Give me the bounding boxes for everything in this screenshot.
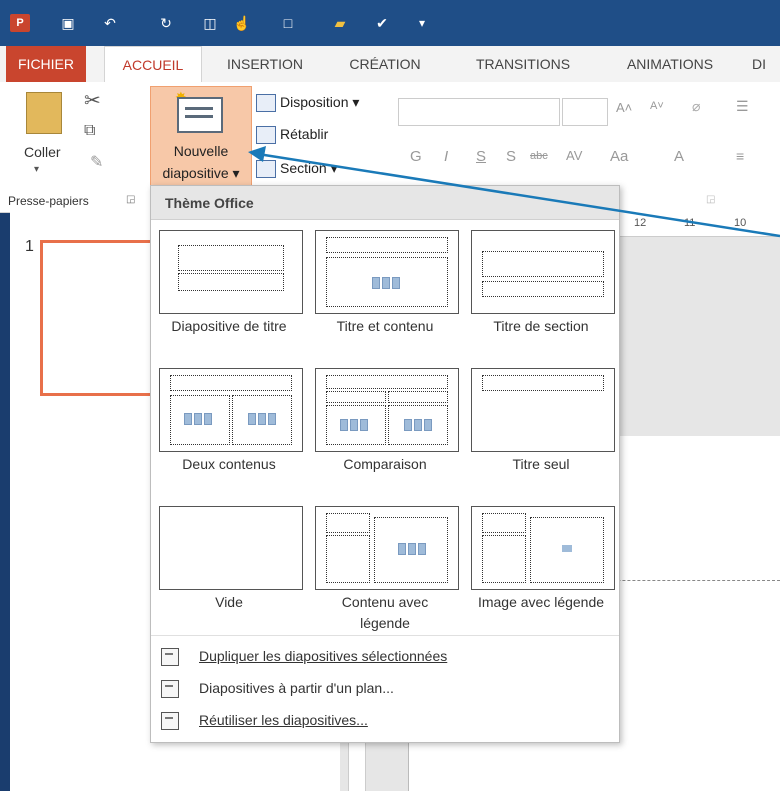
tab-animations[interactable]: ANIMATIONS <box>604 46 736 82</box>
font-dialog-launcher-icon[interactable]: ◲ <box>706 194 715 205</box>
save-icon[interactable]: ▣ <box>58 14 78 32</box>
layout-content-with-caption[interactable]: Contenu avec légende <box>307 500 463 638</box>
layout-picture-with-caption[interactable]: Image avec légende <box>463 500 619 638</box>
copy-icon[interactable]: ⧉ <box>84 122 95 140</box>
layout-thumbnail <box>315 368 459 452</box>
powerpoint-logo-icon: P <box>10 14 30 32</box>
paste-icon[interactable] <box>26 92 62 134</box>
powerpoint-window: P ▣ ↶ ↻ ◫ ☝ □ ▰ ✔ ▾ FICHIER ACCUEIL INSE… <box>0 0 780 791</box>
ruler-tick: 12 <box>634 217 647 229</box>
paste-dropdown-icon[interactable]: ▾ <box>34 164 39 175</box>
duplicate-slides-icon <box>161 648 179 667</box>
ruler-tick: 11 <box>684 217 696 229</box>
layout-thumbnail <box>315 230 459 314</box>
undo-icon[interactable]: ↶ <box>100 14 120 32</box>
font-size-box[interactable] <box>562 98 608 126</box>
font-color-button[interactable]: A <box>674 148 684 165</box>
new-slide-label-line1: Nouvelle <box>173 143 229 159</box>
gallery-header: Thème Office <box>151 186 619 220</box>
layout-label: Titre seul <box>512 456 570 472</box>
clear-format-icon[interactable]: ⌀ <box>692 98 700 115</box>
dialog-launcher-icon[interactable]: ◲ <box>126 194 135 205</box>
layout-label: Comparaison <box>343 456 427 472</box>
gallery-separator <box>151 635 619 636</box>
align-left-icon[interactable]: ≡ <box>736 148 744 164</box>
layout-label: Vide <box>215 594 243 610</box>
italic-button[interactable]: I <box>444 148 448 165</box>
new-slide-layout-gallery: Thème Office Diapositive de titre Titre … <box>150 185 620 743</box>
paste-button-label[interactable]: Coller <box>24 144 61 160</box>
increase-font-icon[interactable]: A˄ <box>616 100 632 115</box>
layout-thumbnail <box>471 506 615 590</box>
layout-label: Image avec légende <box>477 594 605 610</box>
layout-label: Titre de section <box>493 318 589 334</box>
layout-title-and-content[interactable]: Titre et contenu <box>307 224 463 362</box>
layout-thumbnail <box>159 368 303 452</box>
layout-button[interactable]: Disposition ▾ <box>256 94 359 113</box>
tab-home[interactable]: ACCUEIL <box>104 46 202 84</box>
new-slide-button[interactable]: ✸ Nouvelle diapositive ▾ <box>150 86 252 188</box>
layout-two-content[interactable]: Deux contenus <box>151 362 307 500</box>
strikethrough-button[interactable]: abc <box>530 150 548 162</box>
change-case-button[interactable]: Aa <box>610 148 628 165</box>
tab-design[interactable]: CRÉATION <box>330 46 440 82</box>
shadow-button[interactable]: S <box>506 148 516 165</box>
bold-button[interactable]: G <box>410 148 422 165</box>
menu-slides-from-outline[interactable]: Diapositives à partir d'un plan... <box>161 674 609 702</box>
char-spacing-button[interactable]: AV <box>566 148 582 163</box>
ribbon-tabs: FICHIER ACCUEIL INSERTION CRÉATION TRANS… <box>0 46 780 84</box>
layout-label: Diapositive de titre <box>171 318 287 334</box>
underline-button[interactable]: S <box>476 148 486 165</box>
outline-slides-icon <box>161 680 179 699</box>
decrease-font-icon[interactable]: A˅ <box>650 100 664 112</box>
reuse-slides-icon <box>161 712 179 731</box>
picture-placeholder-icon <box>562 545 572 552</box>
layout-blank[interactable]: Vide <box>151 500 307 638</box>
menu-duplicate-slides[interactable]: Dupliquer les diapositives sélectionnées <box>161 642 609 670</box>
bullets-icon[interactable]: ☰ <box>736 98 749 115</box>
group-label-clipboard: Presse-papiers <box>8 194 89 208</box>
cut-icon[interactable]: ✂ <box>84 88 101 113</box>
new-slide-label-line2: diapositive ▾ <box>162 165 240 181</box>
tab-slideshow-partial[interactable]: DI <box>752 46 780 82</box>
redo-icon[interactable]: ↻ <box>156 14 176 32</box>
layout-comparison[interactable]: Comparaison <box>307 362 463 500</box>
quick-access-toolbar: P ▣ ↶ ↻ ◫ ☝ □ ▰ ✔ ▾ <box>0 0 780 46</box>
touch-mode-icon[interactable]: ☝ <box>232 14 252 32</box>
tab-file[interactable]: FICHIER <box>6 46 86 82</box>
tab-transitions[interactable]: TRANSITIONS <box>456 46 590 82</box>
layout-thumbnail <box>315 506 459 590</box>
section-button[interactable]: Section ▾ <box>256 160 338 179</box>
new-file-icon[interactable]: □ <box>278 14 298 32</box>
format-painter-icon[interactable]: ✎ <box>90 152 103 172</box>
layout-title-slide[interactable]: Diapositive de titre <box>151 224 307 362</box>
reset-icon <box>256 126 276 145</box>
open-folder-icon[interactable]: ▰ <box>330 14 350 32</box>
new-slide-icon <box>177 97 223 133</box>
layout-label: Titre et contenu <box>336 318 434 334</box>
layout-label: Deux contenus <box>182 456 276 472</box>
layout-thumbnail <box>159 506 303 590</box>
layout-thumbnail <box>471 368 615 452</box>
section-icon <box>256 160 276 179</box>
layout-label: Contenu avec légende <box>341 594 429 631</box>
layout-thumbnail <box>471 230 615 314</box>
layout-title-only[interactable]: Titre seul <box>463 362 619 500</box>
customize-qat-icon[interactable]: ▾ <box>412 14 432 32</box>
font-name-box[interactable] <box>398 98 560 126</box>
slide-number: 1 <box>25 238 34 255</box>
layout-thumbnail <box>159 230 303 314</box>
ruler-tick: 10 <box>734 217 747 229</box>
reset-button[interactable]: Rétablir <box>256 126 328 145</box>
layout-section-header[interactable]: Titre de section <box>463 224 619 362</box>
menu-reuse-slides[interactable]: Réutiliser les diapositives... <box>161 706 609 734</box>
start-slideshow-icon[interactable]: ◫ <box>200 14 220 32</box>
accessibility-check-icon[interactable]: ✔ <box>372 14 392 32</box>
tab-insert[interactable]: INSERTION <box>210 46 320 82</box>
layout-icon <box>256 94 276 113</box>
